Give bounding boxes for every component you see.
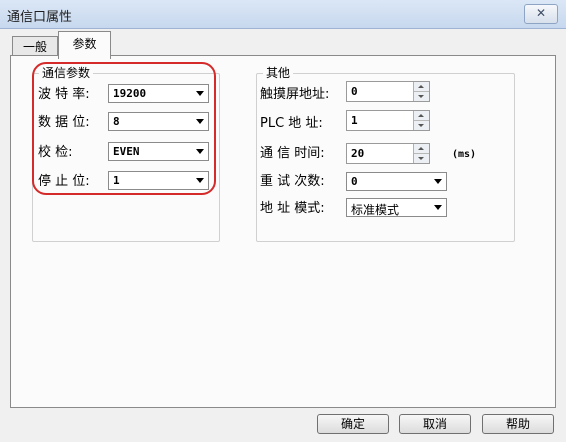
spinner-buttons [413, 82, 429, 101]
spin-up-icon[interactable] [414, 144, 429, 154]
comm-time-unit: (ms) [452, 149, 477, 160]
chevron-down-icon [434, 179, 442, 184]
tab-panel-parameters: 通信参数 其他 [10, 55, 556, 408]
plc-address-label: PLC 地 址: [260, 116, 323, 131]
spinner-buttons [413, 111, 429, 130]
data-bits-label: 数 据 位: [38, 115, 90, 130]
ok-button[interactable]: 确定 [317, 414, 389, 434]
title-bar: 通信口属性 ✕ [0, 0, 566, 29]
comm-time-value: 20 [351, 147, 365, 160]
chevron-down-icon [196, 178, 204, 183]
baud-rate-label: 波 特 率: [38, 87, 90, 102]
stop-bits-value: 1 [113, 174, 120, 187]
spinner-buttons [413, 144, 429, 163]
plc-address-spinner[interactable]: 1 [346, 110, 430, 131]
spin-down-icon[interactable] [414, 92, 429, 101]
comm-time-label: 通 信 时间: [260, 146, 325, 161]
spin-down-icon[interactable] [414, 121, 429, 130]
chevron-down-icon [196, 91, 204, 96]
close-icon: ✕ [535, 6, 547, 20]
address-mode-select[interactable]: 标准模式 [346, 198, 447, 217]
tab-parameters[interactable]: 参数 [58, 31, 111, 59]
address-mode-value: 标准模式 [351, 203, 400, 217]
retry-count-value: 0 [351, 175, 358, 188]
baud-rate-select[interactable]: 19200 [108, 84, 209, 103]
help-button[interactable]: 帮助 [482, 414, 554, 434]
stop-bits-select[interactable]: 1 [108, 171, 209, 190]
parity-select[interactable]: EVEN [108, 142, 209, 161]
chevron-down-icon [434, 205, 442, 210]
touch-screen-address-spinner[interactable]: 0 [346, 81, 430, 102]
address-mode-label: 地 址 模式: [260, 201, 325, 216]
other-legend: 其他 [263, 65, 294, 81]
retry-count-select[interactable]: 0 [346, 172, 447, 191]
comm-params-legend: 通信参数 [39, 65, 94, 81]
baud-rate-value: 19200 [113, 87, 147, 100]
parity-label: 校 检: [38, 145, 73, 160]
parity-value: EVEN [113, 145, 140, 158]
comm-time-spinner[interactable]: 20 [346, 143, 430, 164]
cancel-button[interactable]: 取消 [399, 414, 471, 434]
stop-bits-label: 停 止 位: [38, 174, 90, 189]
plc-address-value: 1 [351, 114, 358, 127]
spin-up-icon[interactable] [414, 82, 429, 92]
touch-screen-address-label: 触摸屏地址: [260, 87, 330, 102]
spin-up-icon[interactable] [414, 111, 429, 121]
touch-screen-address-value: 0 [351, 85, 358, 98]
data-bits-value: 8 [113, 115, 120, 128]
chevron-down-icon [196, 149, 204, 154]
spin-down-icon[interactable] [414, 154, 429, 163]
chevron-down-icon [196, 119, 204, 124]
retry-count-label: 重 试 次数: [260, 174, 325, 189]
window-title: 通信口属性 [7, 10, 73, 25]
data-bits-select[interactable]: 8 [108, 112, 209, 131]
close-button[interactable]: ✕ [524, 4, 558, 24]
